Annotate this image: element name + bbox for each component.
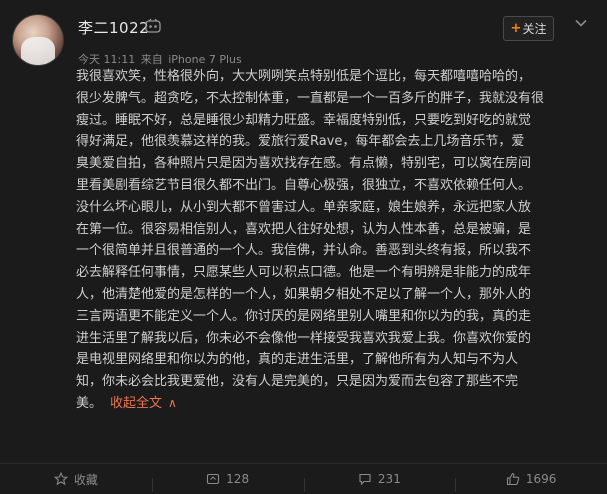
like-button[interactable]: 1696 — [455, 472, 607, 492]
post-line: 是电视里网络里和你以为的他，真的走进生活里，了解他所有为人知与不为人 — [76, 352, 519, 368]
like-count: 1696 — [525, 472, 557, 486]
plus-icon: + — [510, 21, 522, 36]
collapse-text-link[interactable]: 收起全文 — [110, 396, 162, 411]
comment-icon — [359, 473, 371, 486]
post-line: 臭美爱自拍，各种照片只是因为喜欢找存在感。有点懒，特别宅，可以窝在房间 — [76, 156, 532, 172]
post-line: 知，你未必会比我更爱他，没有人是完美的，只是因为爱而去包容了那些不完 — [76, 374, 519, 390]
post-last-line: 美。 收起全文 ∧ — [76, 393, 606, 415]
username[interactable]: 李二1022 — [78, 17, 149, 38]
post-meta: 今天 11:11 来自 iPhone 7 Plus — [78, 51, 244, 67]
source-prefix: 来自 — [140, 53, 163, 66]
post-device: iPhone 7 Plus — [168, 53, 242, 66]
post-line: 三言两语更不能定义一个人。你讨厌的是网络里别人嘴里和你以为的我，真的走 — [76, 308, 532, 324]
post-body: 我很喜欢笑，性格很外向，大大咧咧笑点特别低是个逗比，每天都嘻嘻哈哈的， 很少发脾… — [76, 66, 606, 415]
post-line: 我很喜欢笑，性格很外向，大大咧咧笑点特别低是个逗比，每天都嘻嘻哈哈的， — [76, 69, 532, 84]
vip-badge-icon — [145, 18, 161, 33]
chevron-up-icon[interactable]: ∧ — [168, 393, 177, 415]
repost-icon — [207, 473, 220, 485]
star-icon — [53, 472, 68, 486]
post-time[interactable]: 今天 11:11 — [78, 53, 135, 66]
comment-button[interactable]: 231 — [303, 472, 456, 492]
post-line: 很少发脾气。超贪吃，不太控制体重，一直都是一个一百多斤的胖子，我就没有很 — [76, 90, 545, 106]
comment-count: 231 — [377, 472, 401, 486]
post-line: 人，他清楚他爱的是怎样的一个人，如果朝夕相处不足以了解一个人，那外人的 — [76, 286, 532, 302]
post-line: 美。 — [76, 395, 103, 411]
post-line: 在第一位。很容易相信别人，喜欢把人往好处想，认为人性本善，总是被骗，是 — [76, 221, 532, 237]
post-line: 得好满足，他很羡慕这样的我。爱旅行爱Rave，每年都会去上几场音乐节，爱 — [76, 134, 525, 150]
post-line: 进生活里了解我以后，你未必不会像他一样接受我喜欢我爱上我。你喜欢你爱的 — [76, 330, 532, 346]
favorite-label: 收藏 — [73, 472, 98, 487]
avatar[interactable] — [12, 14, 64, 66]
favorite-button[interactable]: 收藏 — [0, 471, 152, 488]
post-line: 必去解释任何事情，只愿某些人可以积点口德。他是一个有明辨是非能力的成年 — [76, 265, 532, 281]
follow-label: 关注 — [522, 22, 547, 36]
post-line: 一个很简单并且很普通的一个人。我信佛，并认命。善恶到头终有报，所以我不 — [76, 243, 532, 259]
post-line: 没什么坏心眼儿，从小到大都不曾害过人。单亲家庭，娘生娘养，永远把家人放 — [76, 199, 532, 215]
repost-button[interactable]: 128 — [151, 472, 304, 492]
repost-count: 128 — [226, 472, 250, 486]
post-line: 里看美剧看综艺节目很久都不出门。自尊心极强，很独立，不喜欢依赖任何人。 — [76, 177, 532, 193]
follow-button[interactable]: + 关注 — [503, 16, 554, 41]
thumbs-up-icon — [506, 472, 520, 486]
action-bar: 收藏 128 231 1696 — [0, 464, 607, 494]
chevron-down-icon[interactable] — [574, 16, 588, 30]
post-line: 瘦过。睡眠不好，总是睡很少却精力旺盛。幸福度特别低，只要吃到好吃的就觉 — [76, 112, 532, 128]
